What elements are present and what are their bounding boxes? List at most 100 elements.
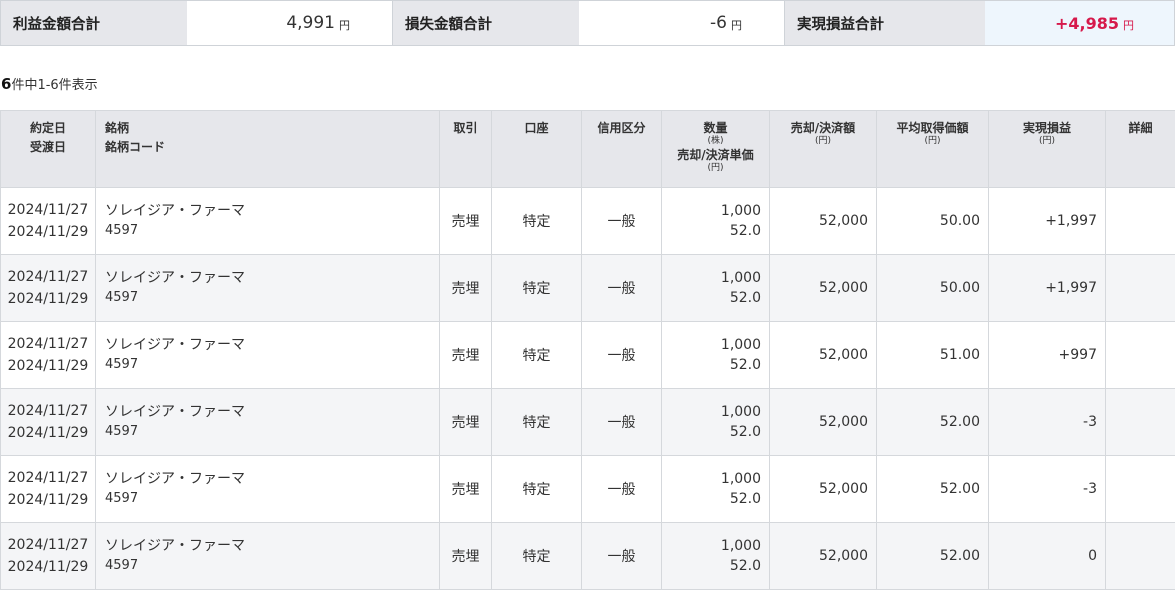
trade-type: 売埋 (440, 456, 492, 523)
account-type: 特定 (492, 389, 582, 456)
trade-date: 2024/11/27 (2, 266, 94, 288)
amount: 52,000 (770, 322, 877, 389)
qty-price-cell: 1,00052.0 (662, 255, 770, 322)
trade-date: 2024/11/27 (2, 333, 94, 355)
unit-price: 52.0 (663, 221, 761, 241)
security-code: 4597 (105, 489, 438, 508)
detail-cell (1106, 322, 1175, 389)
realized-pl: -3 (989, 389, 1106, 456)
avg-cost: 52.00 (877, 523, 989, 590)
header-trade-date: 約定日 (2, 120, 94, 136)
trade-type: 売埋 (440, 188, 492, 255)
header-account-label: 口座 (493, 120, 580, 136)
table-row: 2024/11/272024/11/29ソレイジア・ファーマ4597売埋特定一般… (1, 523, 1175, 590)
header-dates: 約定日 受渡日 (1, 111, 96, 188)
quantity: 1,000 (663, 536, 761, 556)
security-cell: ソレイジア・ファーマ4597 (96, 456, 440, 523)
settle-date: 2024/11/29 (2, 489, 94, 511)
realized-total-unit: 円 (1123, 17, 1134, 33)
header-trade-label: 取引 (441, 120, 490, 136)
security-code: 4597 (105, 422, 438, 441)
date-cell: 2024/11/272024/11/29 (1, 456, 96, 523)
header-pl-unit: (円) (990, 136, 1104, 147)
header-qty-price: 数量 (株) 売却/決済単価 (円) (662, 111, 770, 188)
settle-date: 2024/11/29 (2, 355, 94, 377)
avg-cost: 52.00 (877, 456, 989, 523)
settle-date: 2024/11/29 (2, 422, 94, 444)
credit-type: 一般 (582, 456, 662, 523)
loss-total-number: -6 (710, 13, 727, 33)
realized-pl: +997 (989, 322, 1106, 389)
unit-price: 52.0 (663, 355, 761, 375)
account-type: 特定 (492, 456, 582, 523)
summary-bar: 利益金額合計 4,991円 損失金額合計 -6円 実現損益合計 +4,985円 (0, 0, 1175, 46)
trade-date: 2024/11/27 (2, 534, 94, 556)
avg-cost: 51.00 (877, 322, 989, 389)
header-price-unit: (円) (663, 163, 768, 174)
security-name: ソレイジア・ファーマ (105, 537, 438, 556)
realized-total-number: +4,985 (1055, 14, 1119, 33)
security-cell: ソレイジア・ファーマ4597 (96, 255, 440, 322)
amount: 52,000 (770, 523, 877, 590)
trade-type: 売埋 (440, 523, 492, 590)
header-credit-label: 信用区分 (583, 120, 660, 136)
security-cell: ソレイジア・ファーマ4597 (96, 389, 440, 456)
security-cell: ソレイジア・ファーマ4597 (96, 523, 440, 590)
header-price: 売却/決済単価 (663, 147, 768, 163)
security-code: 4597 (105, 355, 438, 374)
header-avg: 平均取得価額 (円) (877, 111, 989, 188)
loss-total-value: -6円 (579, 1, 785, 45)
amount: 52,000 (770, 188, 877, 255)
trade-date: 2024/11/27 (2, 199, 94, 221)
header-trade: 取引 (440, 111, 492, 188)
detail-cell (1106, 255, 1175, 322)
table-row: 2024/11/272024/11/29ソレイジア・ファーマ4597売埋特定一般… (1, 456, 1175, 523)
header-account: 口座 (492, 111, 582, 188)
profit-total-number: 4,991 (286, 13, 335, 33)
detail-cell (1106, 389, 1175, 456)
date-cell: 2024/11/272024/11/29 (1, 255, 96, 322)
trade-type: 売埋 (440, 322, 492, 389)
header-security-code: 銘柄コード (105, 139, 438, 155)
quantity: 1,000 (663, 268, 761, 288)
security-code: 4597 (105, 556, 438, 575)
header-settle-date: 受渡日 (2, 139, 94, 155)
credit-type: 一般 (582, 389, 662, 456)
loss-total-label: 損失金額合計 (393, 1, 579, 45)
loss-total-unit: 円 (731, 17, 742, 33)
header-avg-unit: (円) (878, 136, 987, 147)
credit-type: 一般 (582, 523, 662, 590)
realized-pl: 0 (989, 523, 1106, 590)
qty-price-cell: 1,00052.0 (662, 456, 770, 523)
security-name: ソレイジア・ファーマ (105, 202, 438, 221)
header-amount: 売却/決済額 (円) (770, 111, 877, 188)
header-security: 銘柄 銘柄コード (96, 111, 440, 188)
header-amount-unit: (円) (771, 136, 875, 147)
header-avg-label: 平均取得価額 (878, 120, 987, 136)
table-header-row: 約定日 受渡日 銘柄 銘柄コード 取引 口座 信用区分 数量 (株) 売却/決済… (1, 111, 1175, 188)
header-detail: 詳細 (1106, 111, 1175, 188)
realized-pl-table: 約定日 受渡日 銘柄 銘柄コード 取引 口座 信用区分 数量 (株) 売却/決済… (0, 110, 1175, 590)
table-row: 2024/11/272024/11/29ソレイジア・ファーマ4597売埋特定一般… (1, 255, 1175, 322)
account-type: 特定 (492, 322, 582, 389)
header-pl-label: 実現損益 (990, 120, 1104, 136)
security-cell: ソレイジア・ファーマ4597 (96, 322, 440, 389)
header-security-name: 銘柄 (105, 120, 438, 136)
amount: 52,000 (770, 255, 877, 322)
table-row: 2024/11/272024/11/29ソレイジア・ファーマ4597売埋特定一般… (1, 389, 1175, 456)
trade-type: 売埋 (440, 255, 492, 322)
credit-type: 一般 (582, 188, 662, 255)
profit-total-unit: 円 (339, 17, 350, 33)
credit-type: 一般 (582, 255, 662, 322)
date-cell: 2024/11/272024/11/29 (1, 523, 96, 590)
table-row: 2024/11/272024/11/29ソレイジア・ファーマ4597売埋特定一般… (1, 188, 1175, 255)
settle-date: 2024/11/29 (2, 288, 94, 310)
result-count-text: 件中1-6件表示 (11, 78, 97, 93)
security-name: ソレイジア・ファーマ (105, 470, 438, 489)
profit-total-value: 4,991円 (187, 1, 393, 45)
header-qty-unit: (株) (663, 136, 768, 147)
security-code: 4597 (105, 288, 438, 307)
result-count: 6件中1-6件表示 (1, 74, 98, 93)
realized-pl: -3 (989, 456, 1106, 523)
profit-total-label: 利益金額合計 (1, 1, 187, 45)
